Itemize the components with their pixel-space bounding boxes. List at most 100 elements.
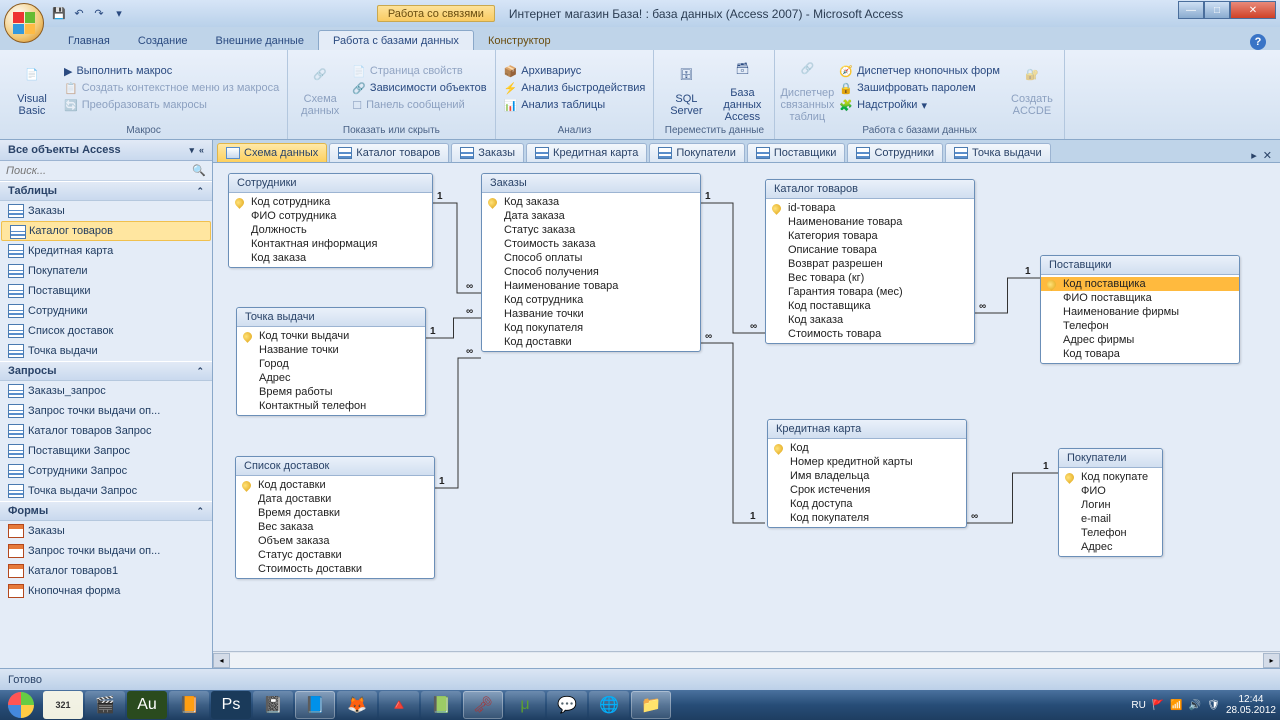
document-tab[interactable]: Каталог товаров bbox=[329, 143, 449, 162]
qat-dropdown-icon[interactable]: ▾ bbox=[110, 5, 128, 23]
entity-field[interactable]: Код покупателя bbox=[768, 511, 966, 525]
nav-item[interactable]: Поставщики Запрос bbox=[0, 441, 212, 461]
entity-field[interactable]: Код сотрудника bbox=[482, 293, 700, 307]
document-tab[interactable]: Схема данных bbox=[217, 143, 327, 162]
entity-field[interactable]: Телефон bbox=[1041, 319, 1239, 333]
close-button[interactable]: ✕ bbox=[1230, 1, 1276, 19]
entity-header[interactable]: Точка выдачи bbox=[237, 308, 425, 327]
entity-zakazy[interactable]: ЗаказыКод заказаДата заказаСтатус заказа… bbox=[481, 173, 701, 352]
cat-queries[interactable]: Запросы⌃ bbox=[0, 361, 212, 381]
task-powerpoint-icon[interactable]: 📙 bbox=[169, 691, 209, 719]
cat-forms[interactable]: Формы⌃ bbox=[0, 501, 212, 521]
entity-field[interactable]: Логин bbox=[1059, 498, 1162, 512]
scroll-left-icon[interactable]: ◂ bbox=[213, 653, 230, 668]
entity-header[interactable]: Поставщики bbox=[1041, 256, 1239, 275]
tab-database-tools[interactable]: Работа с базами данных bbox=[318, 30, 474, 50]
accde-button[interactable]: 🔐Создать ACCDE bbox=[1006, 52, 1058, 124]
entity-field[interactable]: Гарантия товара (мес) bbox=[766, 285, 974, 299]
nav-item[interactable]: Каталог товаров Запрос bbox=[0, 421, 212, 441]
office-button[interactable] bbox=[4, 3, 44, 43]
help-icon[interactable]: ? bbox=[1250, 34, 1266, 50]
nav-item[interactable]: Запрос точки выдачи оп... bbox=[0, 401, 212, 421]
entity-field[interactable]: Код покупате bbox=[1059, 470, 1162, 484]
entity-field[interactable]: Код bbox=[768, 441, 966, 455]
cat-tables[interactable]: Таблицы⌃ bbox=[0, 181, 212, 201]
task-photoshop-icon[interactable]: Ps bbox=[211, 691, 251, 719]
undo-icon[interactable]: ↶ bbox=[70, 5, 88, 23]
tab-scroll-icon[interactable]: ▸ bbox=[1251, 149, 1257, 162]
task-explorer-icon[interactable]: 📁 bbox=[631, 691, 671, 719]
maximize-button[interactable]: □ bbox=[1204, 1, 1230, 19]
entity-field[interactable]: Адрес фирмы bbox=[1041, 333, 1239, 347]
entity-field[interactable]: Возврат разрешен bbox=[766, 257, 974, 271]
analyze-table-button[interactable]: 📊 Анализ таблицы bbox=[502, 98, 648, 113]
entity-field[interactable]: Категория товара bbox=[766, 229, 974, 243]
entity-field[interactable]: Вес заказа bbox=[236, 520, 434, 534]
entity-field[interactable]: Имя владельца bbox=[768, 469, 966, 483]
entity-field[interactable]: Адрес bbox=[237, 371, 425, 385]
nav-item[interactable]: Заказы bbox=[0, 521, 212, 541]
entity-field[interactable]: id-товара bbox=[766, 201, 974, 215]
task-word-icon[interactable]: 📘 bbox=[295, 691, 335, 719]
entity-field[interactable]: Код поставщика bbox=[1041, 277, 1239, 291]
entity-field[interactable]: ФИО сотрудника bbox=[229, 209, 432, 223]
nav-item[interactable]: Каталог товаров bbox=[1, 221, 211, 241]
entity-field[interactable]: Наименование товара bbox=[766, 215, 974, 229]
entity-field[interactable]: Название точки bbox=[237, 343, 425, 357]
entity-field[interactable]: Код точки выдачи bbox=[237, 329, 425, 343]
entity-field[interactable]: Код заказа bbox=[766, 313, 974, 327]
entity-field[interactable]: Должность bbox=[229, 223, 432, 237]
entity-field[interactable]: Код доставки bbox=[482, 335, 700, 349]
search-input[interactable] bbox=[6, 165, 192, 177]
entity-field[interactable]: Код товара bbox=[1041, 347, 1239, 361]
tab-create[interactable]: Создание bbox=[124, 31, 202, 50]
entity-karta[interactable]: Кредитная карта КодНомер кредитной картыИ… bbox=[767, 419, 967, 528]
minimize-button[interactable]: — bbox=[1178, 1, 1204, 19]
search-icon[interactable]: 🔍 bbox=[192, 164, 206, 177]
entity-header[interactable]: Кредитная карта bbox=[768, 420, 966, 439]
scroll-right-icon[interactable]: ▸ bbox=[1263, 653, 1280, 668]
sql-server-button[interactable]: 🗄SQL Server bbox=[660, 52, 712, 124]
linked-mgr-button[interactable]: 🔗Диспетчер связанных таблиц bbox=[781, 52, 833, 124]
nav-item[interactable]: Заказы_запрос bbox=[0, 381, 212, 401]
run-macro-button[interactable]: ▶ Выполнить макрос bbox=[62, 64, 281, 79]
entity-field[interactable]: Стоимость заказа bbox=[482, 237, 700, 251]
tab-external[interactable]: Внешние данные bbox=[202, 31, 318, 50]
task-mpc-icon[interactable]: 321 bbox=[43, 691, 83, 719]
clock-date[interactable]: 28.05.2012 bbox=[1226, 705, 1276, 716]
entity-field[interactable]: Код поставщика bbox=[766, 299, 974, 313]
entity-field[interactable]: Город bbox=[237, 357, 425, 371]
nav-item[interactable]: Запрос точки выдачи оп... bbox=[0, 541, 212, 561]
entity-field[interactable]: Код заказа bbox=[229, 251, 432, 265]
entity-field[interactable]: Код покупателя bbox=[482, 321, 700, 335]
convert-macros-button[interactable]: 🔄 Преобразовать макросы bbox=[62, 98, 281, 113]
switchboard-button[interactable]: 🧭 Диспетчер кнопочных форм bbox=[837, 64, 1002, 79]
schema-button[interactable]: 🔗Схема данных bbox=[294, 52, 346, 124]
tray-flag-icon[interactable]: 🚩 bbox=[1152, 700, 1164, 711]
entity-field[interactable]: Номер кредитной карты bbox=[768, 455, 966, 469]
nav-item[interactable]: Точка выдачи bbox=[0, 341, 212, 361]
nav-header[interactable]: Все объекты Access▾ « bbox=[0, 140, 212, 161]
task-movie-icon[interactable]: 🎬 bbox=[85, 691, 125, 719]
entity-field[interactable]: Дата заказа bbox=[482, 209, 700, 223]
nav-item[interactable]: Поставщики bbox=[0, 281, 212, 301]
encrypt-button[interactable]: 🔒 Зашифровать паролем bbox=[837, 81, 1002, 96]
save-icon[interactable]: 💾 bbox=[50, 5, 68, 23]
entity-tochka[interactable]: Точка выдачи Код точки выдачиНазвание точ… bbox=[236, 307, 426, 416]
entity-field[interactable]: e-mail bbox=[1059, 512, 1162, 526]
entity-field[interactable]: Код доставки bbox=[236, 478, 434, 492]
entity-field[interactable]: Стоимость доставки bbox=[236, 562, 434, 576]
tab-home[interactable]: Главная bbox=[54, 31, 124, 50]
access-db-button[interactable]: 🗃База данных Access bbox=[716, 52, 768, 124]
entity-field[interactable]: Наименование товара bbox=[482, 279, 700, 293]
horizontal-scrollbar[interactable]: ◂ ▸ bbox=[213, 651, 1280, 668]
message-panel-button[interactable]: ☐ Панель сообщений bbox=[350, 98, 488, 113]
entity-field[interactable]: Дата доставки bbox=[236, 492, 434, 506]
entity-field[interactable]: Срок истечения bbox=[768, 483, 966, 497]
tray-volume-icon[interactable]: 🔊 bbox=[1189, 700, 1201, 711]
entity-field[interactable]: Статус доставки bbox=[236, 548, 434, 562]
addins-button[interactable]: 🧩 Надстройки ▾ bbox=[837, 98, 1002, 113]
nav-item[interactable]: Заказы bbox=[0, 201, 212, 221]
entity-field[interactable]: Контактная информация bbox=[229, 237, 432, 251]
entity-field[interactable]: Наименование фирмы bbox=[1041, 305, 1239, 319]
